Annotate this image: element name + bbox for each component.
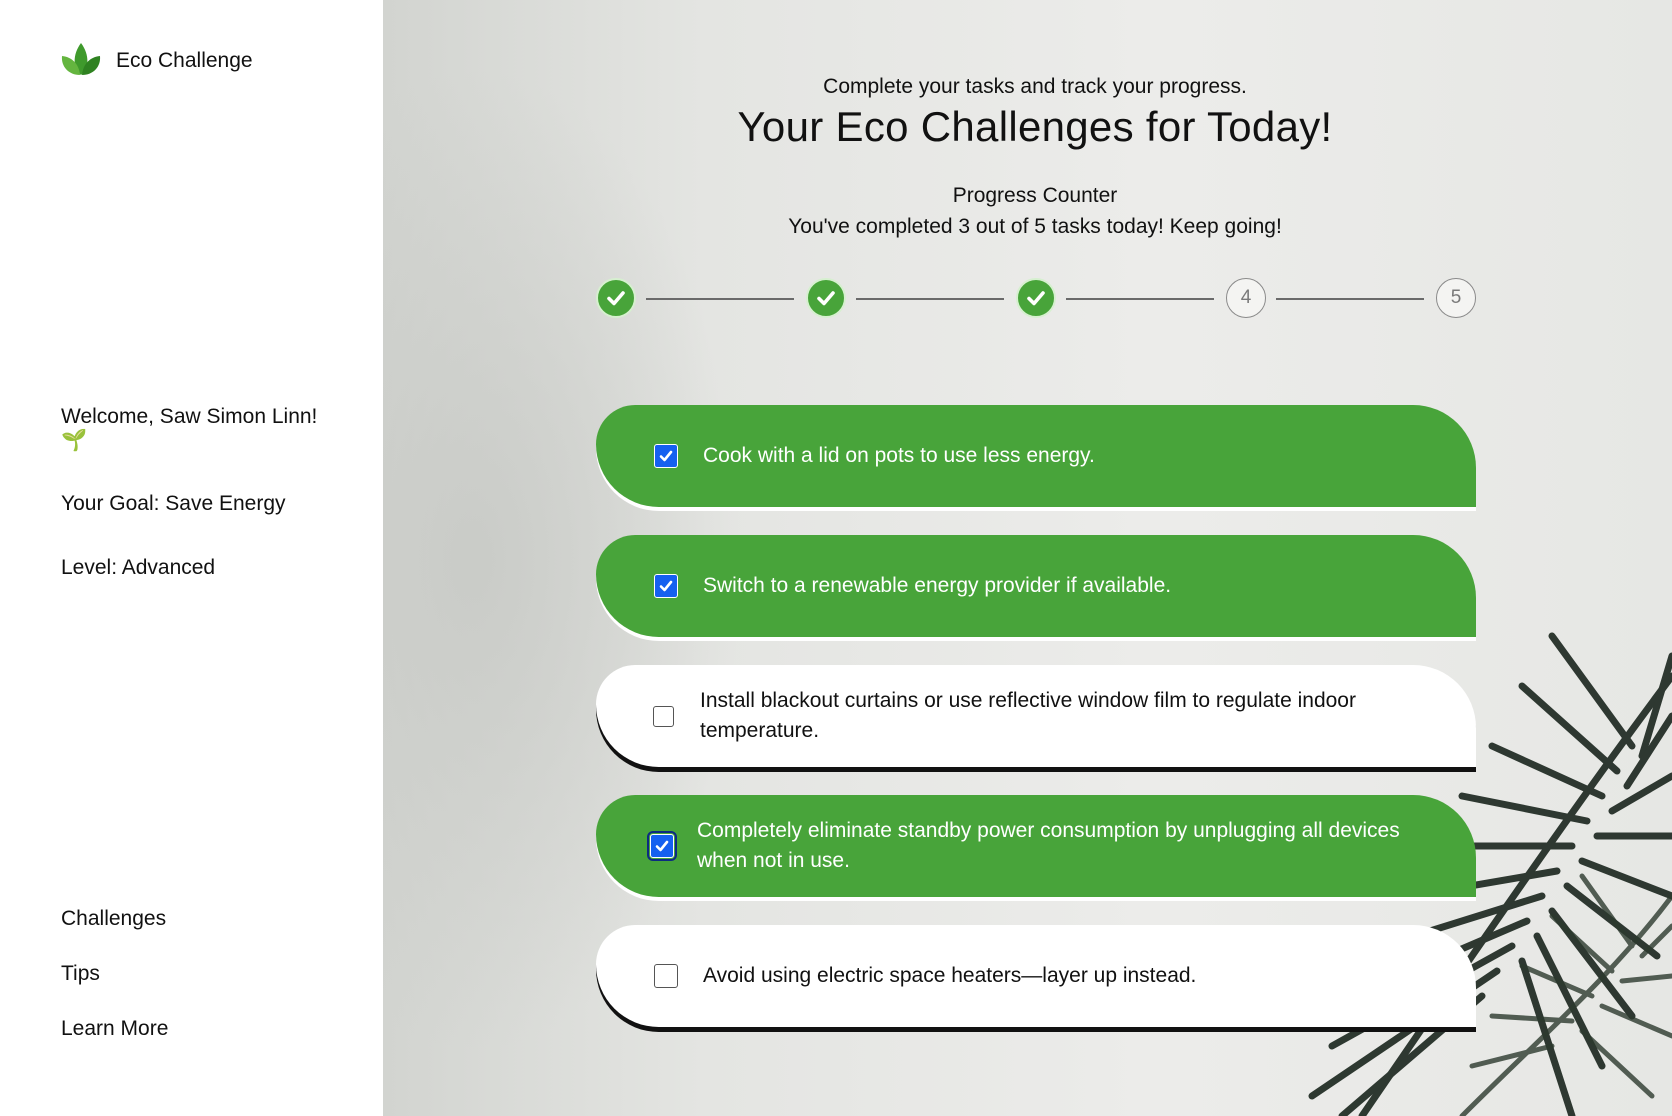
nav-item-challenges[interactable]: Challenges [61,907,168,931]
task-text: Install blackout curtains or use reflect… [700,689,1356,742]
step-4: 4 [1226,278,1266,318]
task-text: Avoid using electric space heaters—layer… [703,964,1197,987]
task-checkbox[interactable] [654,444,678,468]
step-connector [1276,298,1424,300]
task-checkbox[interactable] [654,964,678,988]
level-text: Level: Advanced [61,555,216,579]
brand[interactable]: Eco Challenge [60,40,253,81]
step-5: 5 [1436,278,1476,318]
task-checkbox[interactable] [653,705,674,727]
brand-title: Eco Challenge [116,48,253,72]
task-checkbox[interactable] [647,831,677,861]
checkmark-icon [659,580,673,592]
page-title: Your Eco Challenges for Today! [737,103,1333,150]
leaf-icon [60,40,102,81]
step-connector [1066,298,1214,300]
sidebar-nav: Challenges Tips Learn More [61,907,168,1072]
step-1-check-icon [596,278,636,318]
welcome-text: Welcome, Saw Simon Linn! 🌱 [61,405,318,452]
task-list: Cook with a lid on pots to use less ener… [596,405,1476,1055]
progress-stepper: 4 5 [596,278,1480,322]
task-item[interactable]: Completely eliminate standby power consu… [596,795,1476,897]
sidebar: Eco Challenge Welcome, Saw Simon Linn! 🌱… [0,0,383,1116]
progress-message: You've completed 3 out of 5 tasks today!… [788,215,1282,238]
task-item[interactable]: Avoid using electric space heaters—layer… [596,925,1476,1027]
task-item[interactable]: Install blackout curtains or use reflect… [596,665,1476,767]
user-info: Welcome, Saw Simon Linn! 🌱 Your Goal: Sa… [61,405,321,619]
task-text: Completely eliminate standby power consu… [697,819,1400,872]
checkmark-icon [659,450,673,462]
task-item[interactable]: Switch to a renewable energy provider if… [596,535,1476,637]
nav-item-tips[interactable]: Tips [61,962,168,986]
progress-counter-label: Progress Counter [952,184,1118,207]
goal-text: Your Goal: Save Energy [61,492,286,516]
main-content: Complete your tasks and track your progr… [383,0,1672,1116]
step-2-check-icon [806,278,846,318]
step-connector [646,298,794,300]
page-subtitle: Complete your tasks and track your progr… [823,75,1247,98]
task-item[interactable]: Cook with a lid on pots to use less ener… [596,405,1476,507]
task-text: Switch to a renewable energy provider if… [703,574,1172,597]
step-connector [856,298,1004,300]
nav-item-learn-more[interactable]: Learn More [61,1017,168,1041]
step-3-check-icon [1016,278,1056,318]
task-text: Cook with a lid on pots to use less ener… [703,444,1095,467]
checkmark-icon [655,840,669,852]
task-checkbox[interactable] [654,574,678,598]
